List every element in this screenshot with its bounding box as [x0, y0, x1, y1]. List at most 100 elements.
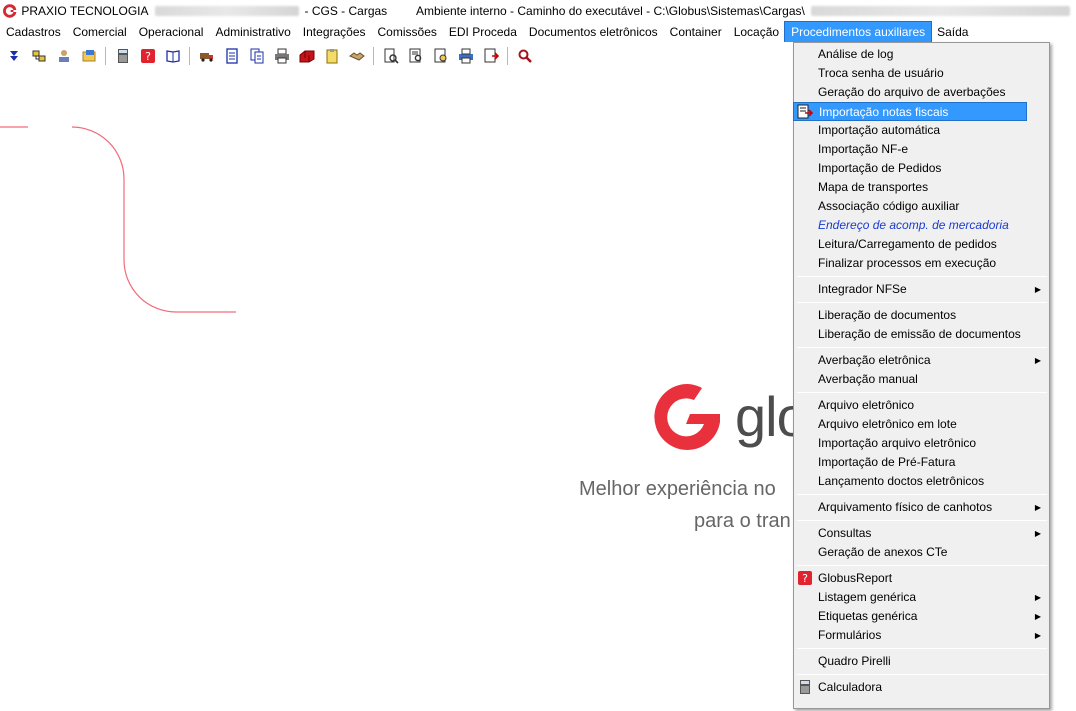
- menu-saida[interactable]: Saída: [931, 22, 974, 42]
- menu-item-etiquetas-generica[interactable]: Etiquetas genérica ▶: [794, 607, 1049, 626]
- menu-item-finalizar-processos[interactable]: Finalizar processos em execução: [794, 254, 1049, 273]
- menu-documentos-eletronicos[interactable]: Documentos eletrônicos: [523, 22, 664, 42]
- globus-report-icon: ?: [798, 571, 812, 585]
- menu-item-analise-log[interactable]: Análise de log: [794, 45, 1049, 64]
- menu-item-importacao-nfe[interactable]: Importação NF-e: [794, 140, 1049, 159]
- menu-item-importacao-pre-fatura[interactable]: Importação de Pré-Fatura: [794, 453, 1049, 472]
- module-name: - CGS - Cargas: [304, 4, 388, 18]
- menu-item-integrador-nfse[interactable]: Integrador NFSe ▶: [794, 280, 1049, 299]
- redacted-text: [154, 6, 299, 16]
- menu-comercial[interactable]: Comercial: [67, 22, 133, 42]
- import-notes-icon[interactable]: [480, 45, 501, 67]
- submenu-arrow-icon: ▶: [1034, 593, 1041, 602]
- menu-item-endereco-acomp[interactable]: Endereço de acomp. de mercadoria: [794, 216, 1049, 235]
- menu-item-associacao-codigo[interactable]: Associação código auxiliar: [794, 197, 1049, 216]
- settings-document-icon[interactable]: [430, 45, 451, 67]
- documents-icon[interactable]: [246, 45, 267, 67]
- menu-item-quadro-pirelli[interactable]: Quadro Pirelli: [794, 652, 1049, 671]
- menu-item-lancamento-doctos[interactable]: Lançamento doctos eletrônicos: [794, 472, 1049, 491]
- menu-item-troca-senha[interactable]: Troca senha de usuário: [794, 64, 1049, 83]
- menu-item-calculadora[interactable]: Calculadora: [794, 678, 1049, 697]
- print-preview-icon[interactable]: [455, 45, 476, 67]
- network-icon[interactable]: [28, 45, 49, 67]
- menu-item-importacao-arquivo-eletronico[interactable]: Importação arquivo eletrônico: [794, 434, 1049, 453]
- svg-text:?: ?: [145, 50, 151, 63]
- handshake-icon[interactable]: [346, 45, 367, 67]
- menu-item-arquivo-eletronico[interactable]: Arquivo eletrônico: [794, 396, 1049, 415]
- menu-item-leitura-carregamento[interactable]: Leitura/Carregamento de pedidos: [794, 235, 1049, 254]
- app-logo-icon: [3, 4, 17, 18]
- calculator-icon[interactable]: [112, 45, 133, 67]
- decorative-line: [0, 126, 236, 313]
- preview-icon[interactable]: [380, 45, 401, 67]
- menu-item-averbacao-manual[interactable]: Averbação manual: [794, 370, 1049, 389]
- menu-separator: [797, 302, 1047, 303]
- search-icon[interactable]: [514, 45, 535, 67]
- menu-item-averbacao-eletronica[interactable]: Averbação eletrônica ▶: [794, 351, 1049, 370]
- menu-procedimentos-auxiliares[interactable]: Procedimentos auxiliares: [784, 21, 933, 43]
- menu-edi-proceda[interactable]: EDI Proceda: [443, 22, 523, 42]
- printer-icon[interactable]: [271, 45, 292, 67]
- book-icon[interactable]: [162, 45, 183, 67]
- menu-cadastros[interactable]: Cadastros: [0, 22, 67, 42]
- expand-down-icon[interactable]: [3, 45, 24, 67]
- menu-separator: [797, 494, 1047, 495]
- menu-item-consultas[interactable]: Consultas ▶: [794, 524, 1049, 543]
- brand-tagline-1: Melhor experiência no: [579, 478, 776, 500]
- redacted-text: [810, 6, 1070, 16]
- menu-item-mapa-transportes[interactable]: Mapa de transportes: [794, 178, 1049, 197]
- menu-separator: [797, 392, 1047, 393]
- menu-separator: [797, 648, 1047, 649]
- globus-report-icon[interactable]: ?: [137, 45, 158, 67]
- user-tools-icon[interactable]: [53, 45, 74, 67]
- menu-item-liberacao-emissao[interactable]: Liberação de emissão de documentos: [794, 325, 1049, 344]
- globus-logo-icon: [654, 383, 720, 450]
- menu-item-importacao-pedidos[interactable]: Importação de Pedidos: [794, 159, 1049, 178]
- menu-administrativo[interactable]: Administrativo: [209, 22, 296, 42]
- menu-operacional[interactable]: Operacional: [133, 22, 210, 42]
- menu-separator: [797, 520, 1047, 521]
- environment-path: Ambiente interno - Caminho do executável…: [415, 4, 805, 18]
- menu-item-globusreport[interactable]: ? GlobusReport: [794, 569, 1049, 588]
- submenu-arrow-icon: ▶: [1034, 356, 1041, 365]
- menu-item-liberacao-documentos[interactable]: Liberação de documentos: [794, 306, 1049, 325]
- menu-item-listagem-generica[interactable]: Listagem genérica ▶: [794, 588, 1049, 607]
- menu-locacao[interactable]: Locação: [728, 22, 785, 42]
- clipboard-icon[interactable]: [321, 45, 342, 67]
- folder-window-icon[interactable]: [78, 45, 99, 67]
- submenu-arrow-icon: ▶: [1034, 503, 1041, 512]
- title-bar: PRAXIO TECNOLOGIA - CGS - Cargas Ambient…: [0, 0, 1076, 22]
- menu-separator: [797, 674, 1047, 675]
- import-notes-icon: [797, 104, 813, 119]
- submenu-arrow-icon: ▶: [1034, 285, 1041, 294]
- menu-integracoes[interactable]: Integrações: [297, 22, 372, 42]
- app-name: PRAXIO TECNOLOGIA: [21, 4, 149, 18]
- menu-item-arquivamento-canhotos[interactable]: Arquivamento físico de canhotos ▶: [794, 498, 1049, 517]
- truck-icon[interactable]: [196, 45, 217, 67]
- menu-separator: [797, 276, 1047, 277]
- menu-separator: [797, 565, 1047, 566]
- submenu-arrow-icon: ▶: [1034, 529, 1041, 538]
- menu-separator: [797, 347, 1047, 348]
- menu-item-geracao-averbacoes[interactable]: Geração do arquivo de averbações: [794, 83, 1049, 102]
- submenu-arrow-icon: ▶: [1034, 631, 1041, 640]
- menu-item-geracao-anexos-cte[interactable]: Geração de anexos CTe: [794, 543, 1049, 562]
- menu-comissoes[interactable]: Comissões: [372, 22, 443, 42]
- procedimentos-auxiliares-menu: Análise de log Troca senha de usuário Ge…: [793, 42, 1050, 709]
- container-icon[interactable]: [296, 45, 317, 67]
- menu-item-formularios[interactable]: Formulários ▶: [794, 626, 1049, 645]
- toolbar-separator: [373, 47, 374, 65]
- menu-bar: Cadastros Comercial Operacional Administ…: [0, 21, 1076, 43]
- svg-text:?: ?: [802, 572, 808, 585]
- document-icon[interactable]: [221, 45, 242, 67]
- menu-item-importacao-automatica[interactable]: Importação automática: [794, 121, 1049, 140]
- submenu-arrow-icon: ▶: [1034, 612, 1041, 621]
- brand-tagline-2: para o tran: [694, 510, 791, 532]
- menu-item-arquivo-eletronico-lote[interactable]: Arquivo eletrônico em lote: [794, 415, 1049, 434]
- toolbar-separator: [507, 47, 508, 65]
- calculator-icon: [800, 680, 810, 694]
- toolbar-separator: [189, 47, 190, 65]
- search-document-icon[interactable]: [405, 45, 426, 67]
- menu-container[interactable]: Container: [664, 22, 728, 42]
- menu-item-importacao-notas-fiscais[interactable]: Importação notas fiscais: [793, 102, 1027, 121]
